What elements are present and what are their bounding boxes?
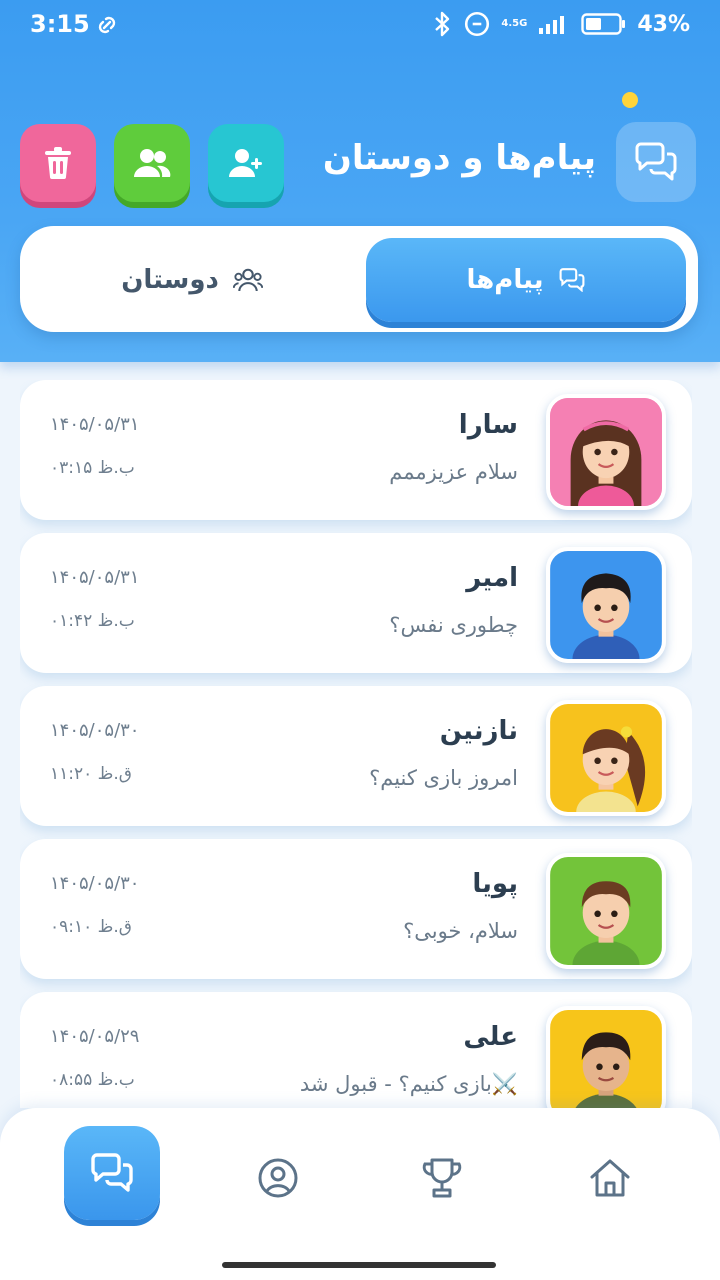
signal-icon <box>539 16 565 34</box>
delete-button[interactable] <box>20 124 96 202</box>
battery-percent: 43% <box>637 11 690 37</box>
link-icon <box>98 16 116 34</box>
message-time: ب.ظ ۰۸:۵۵ <box>50 1070 135 1090</box>
status-time: 3:15 <box>30 10 90 38</box>
conversation-list: سارا سلام عزیزممم ۱۴۰۵/۰۵/۳۱ ب.ظ ۰۳:۱۵ ا… <box>20 380 692 1108</box>
message-time: ق.ظ ۱۱:۲۰ <box>50 764 132 784</box>
message-date: ۱۴۰۵/۰۵/۳۱ <box>50 414 140 435</box>
tab-bar: پیام‌ها دوستان <box>20 226 698 332</box>
message-time: ب.ظ ۰۱:۴۲ <box>50 611 135 631</box>
bluetooth-icon <box>435 11 450 37</box>
avatar <box>546 700 666 816</box>
status-indicators: 4.5G 43% <box>431 10 690 38</box>
message-preview: چطوری نفس؟ <box>389 613 518 637</box>
conversation-item[interactable]: سارا سلام عزیزممم ۱۴۰۵/۰۵/۳۱ ب.ظ ۰۳:۱۵ <box>20 380 692 520</box>
tab-messages[interactable]: پیام‌ها <box>366 238 686 322</box>
nav-leaderboard[interactable] <box>410 1146 474 1210</box>
nav-home[interactable] <box>578 1146 642 1210</box>
nav-messages[interactable] <box>64 1126 160 1220</box>
message-preview: امروز بازی کنیم؟ <box>369 766 518 790</box>
chat-bubbles-icon <box>559 268 584 292</box>
user-circle-icon <box>258 1158 298 1198</box>
tab-friends[interactable]: دوستان <box>32 238 352 322</box>
message-date: ۱۴۰۵/۰۵/۲۹ <box>50 1026 140 1047</box>
friends-icon <box>134 149 171 177</box>
contact-name: نازنین <box>439 716 518 746</box>
conversation-item[interactable]: علی ⚔️بازی کنیم؟ - قبول شد ۱۴۰۵/۰۵/۲۹ ب.… <box>20 992 692 1108</box>
avatar <box>546 853 666 969</box>
link-icon <box>465 11 490 37</box>
message-date: ۱۴۰۵/۰۵/۳۰ <box>50 873 140 894</box>
app-header: 3:15 4.5G <box>0 0 720 362</box>
avatar <box>546 1006 666 1108</box>
chat-bubbles-icon <box>91 1153 133 1192</box>
message-time: ق.ظ ۰۹:۱۰ <box>50 917 132 937</box>
message-date: ۱۴۰۵/۰۵/۳۰ <box>50 720 140 741</box>
message-time: ب.ظ ۰۳:۱۵ <box>50 458 135 478</box>
message-preview: سلام عزیزممم <box>389 460 518 484</box>
tab-friends-label: دوستان <box>121 265 219 295</box>
message-date: ۱۴۰۵/۰۵/۳۱ <box>50 567 140 588</box>
notification-dot <box>622 92 638 108</box>
friends-outline-icon <box>232 268 263 292</box>
conversation-item[interactable]: نازنین امروز بازی کنیم؟ ۱۴۰۵/۰۵/۳۰ ق.ظ ۱… <box>20 686 692 826</box>
home-icon <box>590 1159 630 1197</box>
add-user-icon <box>229 149 262 177</box>
home-indicator[interactable] <box>222 1262 496 1268</box>
add-friend-button[interactable] <box>208 124 284 202</box>
network-type: 4.5G <box>501 18 528 29</box>
nav-profile[interactable] <box>246 1146 310 1210</box>
contact-name: پویا <box>472 869 518 899</box>
conversation-item[interactable]: امیر چطوری نفس؟ ۱۴۰۵/۰۵/۳۱ ب.ظ ۰۱:۴۲ <box>20 533 692 673</box>
contact-name: علی <box>463 1022 518 1052</box>
avatar <box>546 547 666 663</box>
avatar <box>546 394 666 510</box>
trash-icon <box>45 147 71 179</box>
contact-name: سارا <box>458 410 518 440</box>
bottom-navigation <box>0 1108 720 1280</box>
contact-name: امیر <box>466 563 518 593</box>
tab-messages-label: پیام‌ها <box>466 265 544 295</box>
message-preview: سلام، خوبی؟ <box>403 919 518 943</box>
trophy-icon <box>422 1158 462 1198</box>
conversation-item[interactable]: پویا سلام، خوبی؟ ۱۴۰۵/۰۵/۳۰ ق.ظ ۰۹:۱۰ <box>20 839 692 979</box>
friends-button[interactable] <box>114 124 190 202</box>
message-preview: ⚔️بازی کنیم؟ - قبول شد <box>299 1072 518 1096</box>
page-title: پیام‌ها و دوستان <box>322 138 596 178</box>
status-bar: 3:15 4.5G 43% <box>0 0 720 52</box>
battery-icon <box>581 13 626 35</box>
chat-bubbles-icon <box>616 122 696 202</box>
